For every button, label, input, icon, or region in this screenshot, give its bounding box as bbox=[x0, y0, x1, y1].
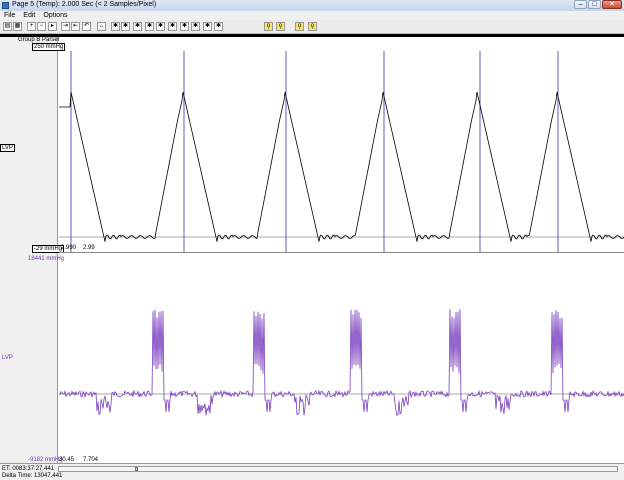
ch2-name[interactable]: LVP bbox=[2, 355, 13, 361]
cursor-8-button[interactable]: ✱ bbox=[191, 22, 200, 31]
arrow-button[interactable]: ↔ bbox=[97, 22, 106, 31]
ch1-cursor-a: 2.990 bbox=[61, 245, 77, 251]
cursor-4-button[interactable]: ✱ bbox=[145, 22, 154, 31]
cursor-10-button[interactable]: ✱ bbox=[214, 22, 223, 31]
menu-options[interactable]: Options bbox=[43, 11, 67, 20]
cursor-6-button[interactable]: ✱ bbox=[168, 22, 177, 31]
ch2-plot[interactable]: 30.45 7.704 bbox=[59, 253, 624, 463]
zoom-out-button[interactable]: − bbox=[37, 22, 46, 31]
horizontal-scrollbar[interactable] bbox=[58, 466, 618, 472]
window-title: Page 5 (Temp): 2.000 Sec (< 2 Samples/Pi… bbox=[12, 1, 157, 8]
ch1-chart: 2.990 2.99 bbox=[59, 51, 624, 252]
open-button[interactable]: ▦ bbox=[13, 22, 22, 31]
zoom-in-button[interactable]: + bbox=[27, 22, 36, 31]
ch1-cursor-b: 2.99 bbox=[83, 245, 95, 251]
cursor-5-button[interactable]: ✱ bbox=[156, 22, 165, 31]
status-delta: Delta Time: 13047.441 bbox=[2, 473, 63, 479]
cursor-3-button[interactable]: ✱ bbox=[133, 22, 142, 31]
scroll-thumb[interactable] bbox=[135, 467, 138, 471]
print-button[interactable]: ▤ bbox=[3, 22, 12, 31]
cursor-9-button[interactable]: ✱ bbox=[203, 22, 212, 31]
close-button[interactable]: ✕ bbox=[602, 0, 622, 9]
menu-edit[interactable]: Edit bbox=[23, 11, 35, 20]
marker-a-button[interactable]: ǫ bbox=[264, 22, 273, 31]
compress-button[interactable]: ⇤ bbox=[71, 22, 80, 31]
toolbar: ▤ ▦ + − ▸ ⇥ ⇤ ↶ ↔ ✱ ✱ ✱ ✱ ✱ ✱ ✱ ✱ ✱ ✱ ǫ ǫ ǫ ǫ bbox=[0, 20, 624, 34]
menu-file[interactable]: File bbox=[4, 11, 15, 20]
marker-b-button[interactable]: ǫ bbox=[276, 22, 285, 31]
cursor-2-button[interactable]: ✱ bbox=[121, 22, 130, 31]
marker-c-button[interactable]: ǫ bbox=[295, 22, 304, 31]
maximize-button[interactable]: □ bbox=[588, 0, 601, 9]
status-et: ET: 0083:37:27.441 bbox=[2, 466, 55, 472]
cursor-7-button[interactable]: ✱ bbox=[180, 22, 189, 31]
menu-bar: File Edit Options bbox=[0, 11, 624, 20]
ch1-name[interactable]: LVP bbox=[0, 144, 15, 152]
marker-button[interactable]: ▸ bbox=[48, 22, 57, 31]
ch1-plot[interactable]: 2.990 2.99 bbox=[59, 37, 624, 253]
undo-button[interactable]: ↶ bbox=[82, 22, 91, 31]
expand-button[interactable]: ⇥ bbox=[61, 22, 70, 31]
minimize-button[interactable]: – bbox=[574, 0, 587, 9]
ch1-trace bbox=[59, 91, 624, 242]
ch2-chart: 30.45 7.704 bbox=[59, 308, 624, 463]
ch2-trace bbox=[59, 308, 624, 417]
channel-panel: Group B Parser 250 mmHg LVP -29 mmHg 184… bbox=[0, 37, 66, 463]
app-icon bbox=[2, 2, 9, 9]
marker-d-button[interactable]: ǫ bbox=[308, 22, 317, 31]
cursor-1-button[interactable]: ✱ bbox=[111, 22, 120, 31]
